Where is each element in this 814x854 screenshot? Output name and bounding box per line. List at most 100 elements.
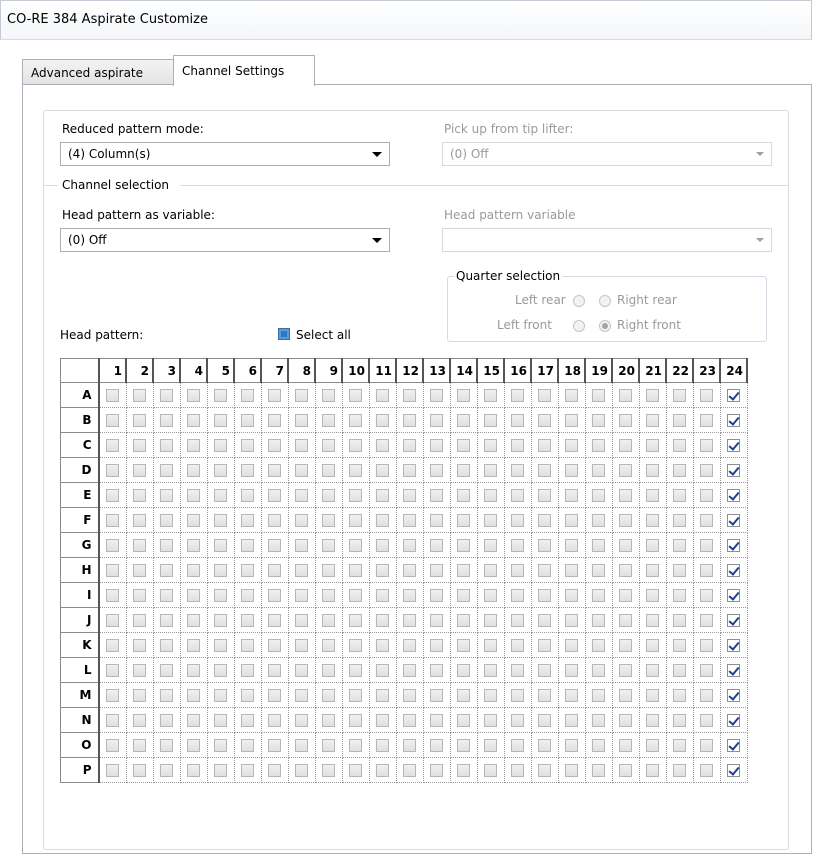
well-checkbox[interactable] bbox=[187, 414, 200, 427]
well-checkbox[interactable] bbox=[403, 714, 416, 727]
well-checkbox[interactable] bbox=[565, 439, 578, 452]
well-checkbox[interactable] bbox=[187, 614, 200, 627]
well-checkbox[interactable] bbox=[403, 589, 416, 602]
well-checkbox[interactable] bbox=[538, 614, 551, 627]
well-checkbox[interactable] bbox=[700, 614, 713, 627]
row-header[interactable]: J bbox=[60, 607, 100, 633]
column-header[interactable]: 23 bbox=[692, 358, 721, 383]
well-checkbox[interactable] bbox=[106, 589, 119, 602]
well-checkbox[interactable] bbox=[106, 539, 119, 552]
well-checkbox[interactable] bbox=[187, 389, 200, 402]
well-checkbox[interactable] bbox=[457, 764, 470, 777]
well-checkbox[interactable] bbox=[619, 689, 632, 702]
well-checkbox[interactable] bbox=[538, 764, 551, 777]
row-header[interactable]: H bbox=[60, 557, 100, 583]
well-checkbox[interactable] bbox=[511, 414, 524, 427]
well-checkbox[interactable] bbox=[430, 589, 443, 602]
well-checkbox[interactable] bbox=[106, 464, 119, 477]
well-checkbox[interactable] bbox=[565, 689, 578, 702]
well-checkbox[interactable] bbox=[457, 489, 470, 502]
well-checkbox[interactable] bbox=[160, 389, 173, 402]
well-checkbox[interactable] bbox=[295, 614, 308, 627]
well-checkbox[interactable] bbox=[727, 614, 740, 627]
well-checkbox[interactable] bbox=[214, 589, 227, 602]
well-checkbox[interactable] bbox=[484, 414, 497, 427]
well-checkbox[interactable] bbox=[322, 439, 335, 452]
right-rear-radio[interactable] bbox=[599, 295, 611, 307]
well-checkbox[interactable] bbox=[187, 589, 200, 602]
well-checkbox[interactable] bbox=[700, 639, 713, 652]
well-checkbox[interactable] bbox=[646, 564, 659, 577]
well-checkbox[interactable] bbox=[133, 539, 146, 552]
row-header[interactable]: C bbox=[60, 432, 100, 458]
well-checkbox[interactable] bbox=[511, 589, 524, 602]
well-checkbox[interactable] bbox=[295, 489, 308, 502]
well-checkbox[interactable] bbox=[727, 764, 740, 777]
row-header[interactable]: M bbox=[60, 682, 100, 708]
well-checkbox[interactable] bbox=[133, 764, 146, 777]
well-checkbox[interactable] bbox=[619, 514, 632, 527]
well-checkbox[interactable] bbox=[160, 489, 173, 502]
well-checkbox[interactable] bbox=[106, 489, 119, 502]
well-checkbox[interactable] bbox=[322, 639, 335, 652]
well-checkbox[interactable] bbox=[565, 414, 578, 427]
well-checkbox[interactable] bbox=[646, 414, 659, 427]
well-checkbox[interactable] bbox=[646, 689, 659, 702]
well-checkbox[interactable] bbox=[214, 539, 227, 552]
well-checkbox[interactable] bbox=[673, 639, 686, 652]
well-checkbox[interactable] bbox=[619, 714, 632, 727]
well-checkbox[interactable] bbox=[592, 564, 605, 577]
well-checkbox[interactable] bbox=[214, 564, 227, 577]
well-checkbox[interactable] bbox=[565, 664, 578, 677]
well-checkbox[interactable] bbox=[376, 389, 389, 402]
well-checkbox[interactable] bbox=[673, 589, 686, 602]
well-checkbox[interactable] bbox=[592, 739, 605, 752]
well-checkbox[interactable] bbox=[700, 764, 713, 777]
well-checkbox[interactable] bbox=[727, 414, 740, 427]
well-checkbox[interactable] bbox=[700, 739, 713, 752]
well-checkbox[interactable] bbox=[403, 764, 416, 777]
well-checkbox[interactable] bbox=[376, 739, 389, 752]
well-checkbox[interactable] bbox=[484, 764, 497, 777]
well-checkbox[interactable] bbox=[106, 614, 119, 627]
well-checkbox[interactable] bbox=[565, 564, 578, 577]
well-checkbox[interactable] bbox=[511, 489, 524, 502]
well-checkbox[interactable] bbox=[592, 614, 605, 627]
column-header[interactable]: 8 bbox=[287, 358, 316, 383]
well-checkbox[interactable] bbox=[268, 414, 281, 427]
well-checkbox[interactable] bbox=[646, 489, 659, 502]
well-checkbox[interactable] bbox=[322, 764, 335, 777]
well-checkbox[interactable] bbox=[673, 439, 686, 452]
well-checkbox[interactable] bbox=[646, 464, 659, 477]
well-checkbox[interactable] bbox=[700, 414, 713, 427]
well-checkbox[interactable] bbox=[430, 639, 443, 652]
well-checkbox[interactable] bbox=[592, 389, 605, 402]
well-checkbox[interactable] bbox=[646, 589, 659, 602]
well-checkbox[interactable] bbox=[619, 589, 632, 602]
well-checkbox[interactable] bbox=[538, 689, 551, 702]
well-checkbox[interactable] bbox=[376, 564, 389, 577]
well-checkbox[interactable] bbox=[268, 664, 281, 677]
well-checkbox[interactable] bbox=[187, 464, 200, 477]
well-checkbox[interactable] bbox=[457, 614, 470, 627]
well-checkbox[interactable] bbox=[484, 589, 497, 602]
well-checkbox[interactable] bbox=[727, 589, 740, 602]
well-checkbox[interactable] bbox=[484, 614, 497, 627]
right-front-radio[interactable] bbox=[599, 320, 611, 332]
well-checkbox[interactable] bbox=[322, 389, 335, 402]
well-checkbox[interactable] bbox=[673, 464, 686, 477]
well-checkbox[interactable] bbox=[673, 489, 686, 502]
well-checkbox[interactable] bbox=[241, 514, 254, 527]
well-checkbox[interactable] bbox=[430, 389, 443, 402]
well-checkbox[interactable] bbox=[592, 589, 605, 602]
well-checkbox[interactable] bbox=[484, 639, 497, 652]
column-header[interactable]: 13 bbox=[422, 358, 451, 383]
well-checkbox[interactable] bbox=[376, 764, 389, 777]
well-checkbox[interactable] bbox=[376, 439, 389, 452]
well-checkbox[interactable] bbox=[592, 764, 605, 777]
well-checkbox[interactable] bbox=[403, 514, 416, 527]
well-checkbox[interactable] bbox=[322, 689, 335, 702]
well-checkbox[interactable] bbox=[700, 589, 713, 602]
well-checkbox[interactable] bbox=[160, 514, 173, 527]
well-checkbox[interactable] bbox=[268, 739, 281, 752]
